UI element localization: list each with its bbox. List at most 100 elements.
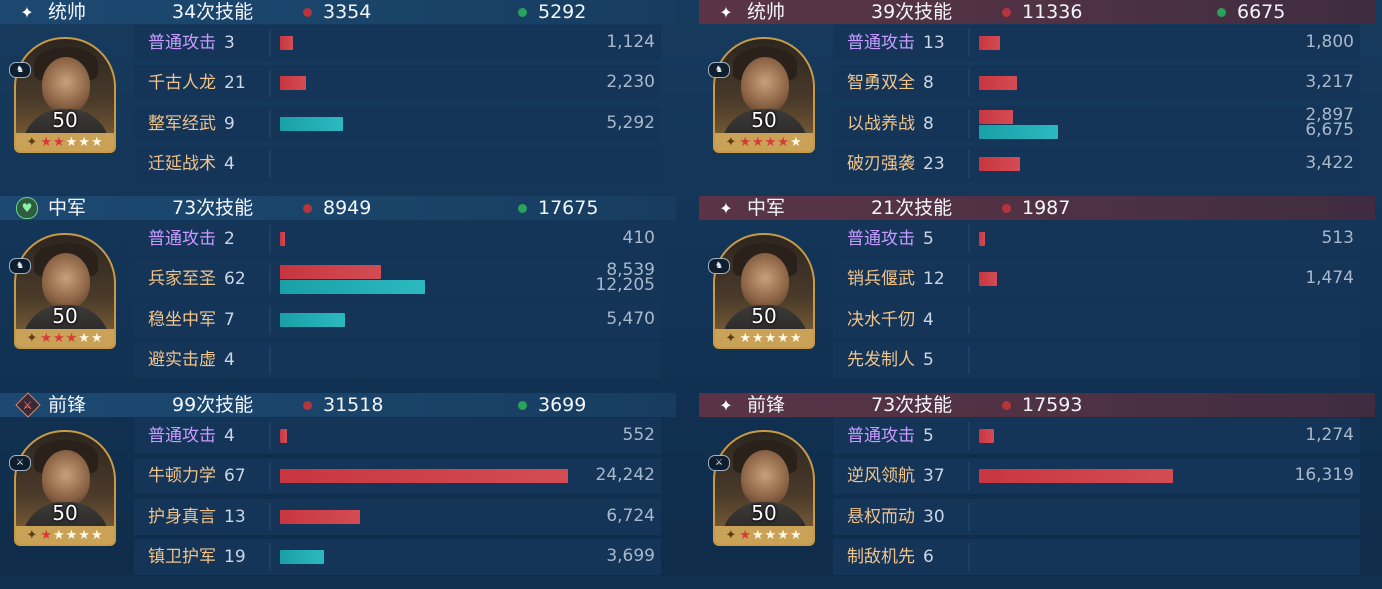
heal-total: 5292 [538,1,587,23]
portrait-face [42,450,90,506]
general-portrait[interactable]: 50 ✦ ★ ★ ★ ★ ★ [14,37,116,153]
skill-row[interactable]: 破刃强袭 23 3,422 [833,146,1360,182]
skill-row[interactable]: 普通攻击 3 1,124 [134,25,661,61]
skill-count: 13 [224,507,246,527]
general-portrait[interactable]: 50 ✦ ★ ★ ★ ★ ★ [14,430,116,546]
skill-row[interactable]: 以战养战 8 2,897 6,675 [833,106,1360,142]
general-header: ✦ 中军 21次技能 1987 [699,196,1375,220]
skill-name: 普通攻击 [847,33,915,53]
portrait-face [741,57,789,113]
skill-count: 6 [923,547,934,567]
skill-row[interactable]: 普通攻击 2 410 [134,221,661,257]
damage-value: 1,474 [1305,268,1354,288]
damage-value: 552 [622,425,655,445]
row-separator [269,503,271,531]
skill-name: 悬权而动 [847,507,915,527]
general-portrait[interactable]: 50 ✦ ★ ★ ★ ★ ★ [713,37,815,153]
row-separator [269,150,271,178]
skill-count: 8 [923,114,934,134]
skill-row[interactable]: 制敌机先 6 [833,539,1360,575]
damage-value: 3,422 [1305,153,1354,173]
horse-icon: ♞ [9,258,31,274]
row-separator [269,225,271,253]
skill-row[interactable]: 迁延战术 4 [134,146,661,182]
general-section-1: ♥ 中军 73次技能 8949 17675 50 ✦ ★ ★ ★ ★ ★ ♞ 普通攻击 2 410 兵家至圣 62… [0,196,676,392]
star-icon: ★ [764,330,778,346]
skill-row[interactable]: 逆风领航 37 16,319 [833,458,1360,494]
damage-value: 16,319 [1294,465,1354,485]
skill-row[interactable]: 先发制人 5 [833,342,1360,378]
star-rating: ✦ ★ ★ ★ ★ ★ [16,133,114,151]
horse-icon: ♞ [708,62,730,78]
damage-value: 410 [622,228,655,248]
star-icon: ★ [789,527,803,543]
skill-name: 智勇双全 [847,73,915,93]
rank-icon: ✦ [725,134,738,150]
row-separator [269,543,271,571]
skill-row[interactable]: 普通攻击 5 513 [833,221,1360,257]
damage-bar [979,157,1020,171]
general-portrait[interactable]: 50 ✦ ★ ★ ★ ★ ★ [713,233,815,349]
star-icon: ★ [40,134,53,150]
skill-row[interactable]: 普通攻击 5 1,274 [833,418,1360,454]
skill-label: 决水千仞 4 [847,302,934,338]
skill-count: 23 [923,154,945,174]
skill-row[interactable]: 悬权而动 30 [833,499,1360,535]
skill-count: 4 [923,310,934,330]
skill-cast-count: 34次技能 [172,1,254,23]
skill-row[interactable]: 销兵偃武 12 1,474 [833,261,1360,297]
damage-bar [280,429,287,443]
sparkle-icon: ✦ [719,2,733,22]
row-separator [269,29,271,57]
star-icon: ★ [751,134,765,150]
skill-count: 30 [923,507,945,527]
skill-label: 普通攻击 3 [148,25,235,61]
skill-row[interactable]: 普通攻击 4 552 [134,418,661,454]
damage-bar [280,469,568,483]
general-header: ✦ 前锋 73次技能 17593 [699,393,1375,417]
skill-label: 稳坐中军 7 [148,302,235,338]
skill-row[interactable]: 兵家至圣 62 8,539 12,205 [134,261,661,297]
row-separator [269,265,271,293]
skill-count: 5 [923,350,934,370]
skill-row[interactable]: 护身真言 13 6,724 [134,499,661,535]
general-level: 50 [751,108,777,132]
skill-row[interactable]: 千古人龙 21 2,230 [134,65,661,101]
damage-value: 2,230 [606,72,655,92]
star-icon: ★ [90,134,104,150]
heal-dot-icon [1217,8,1226,17]
skill-row[interactable]: 整军经武 9 5,292 [134,106,661,142]
row-separator [968,225,970,253]
general-header: ⚔ 前锋 99次技能 31518 3699 [0,392,676,418]
heal-total: 6675 [1237,1,1286,23]
skill-row[interactable]: 稳坐中军 7 5,470 [134,302,661,338]
skill-label: 普通攻击 4 [148,418,235,454]
skill-label: 千古人龙 21 [148,65,246,101]
portrait-face [42,57,90,113]
row-separator [968,346,970,374]
damage-total: 17593 [1022,394,1083,416]
skill-name: 先发制人 [847,350,915,370]
general-portrait[interactable]: 50 ✦ ★ ★ ★ ★ ★ [713,430,815,546]
star-icon: ★ [52,527,66,543]
damage-value: 1,124 [606,32,655,52]
star-icon: ★ [78,134,91,150]
damage-bar [280,510,360,524]
rank-icon: ✦ [26,134,39,150]
damage-total: 31518 [323,394,384,416]
sparkle-icon: ✦ [719,395,733,415]
skill-name: 以战养战 [847,114,915,134]
row-separator [968,543,970,571]
skill-row[interactable]: 避实击虚 4 [134,342,661,378]
skill-count: 4 [224,154,235,174]
general-portrait[interactable]: 50 ✦ ★ ★ ★ ★ ★ [14,233,116,349]
damage-bar [280,265,381,279]
skill-row[interactable]: 决水千仞 4 [833,302,1360,338]
skill-row[interactable]: 牛顿力学 67 24,242 [134,458,661,494]
skill-count: 4 [224,350,235,370]
skill-count: 5 [923,229,934,249]
skill-row[interactable]: 普通攻击 13 1,800 [833,25,1360,61]
damage-bar [979,110,1013,124]
skill-row[interactable]: 智勇双全 8 3,217 [833,65,1360,101]
skill-row[interactable]: 镇卫护军 19 3,699 [134,539,661,575]
